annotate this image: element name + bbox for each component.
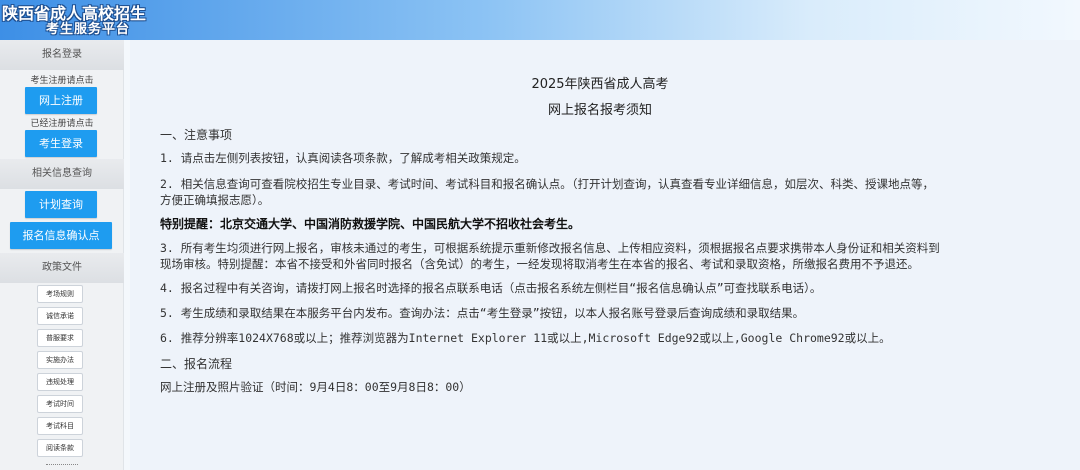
page-title: 2025年陕西省成人高考 — [531, 77, 669, 92]
policy-exam-rules[interactable]: 考场规则 — [37, 285, 83, 303]
policy-violation-handling[interactable]: 违规处理 — [37, 373, 83, 391]
policy-section-header: 政策文件 — [0, 253, 124, 283]
process-step-1: 网上注册及照片验证（时间：9月4日8：00至9月8日8：00） — [160, 380, 471, 394]
register-section-header: 报名登录 — [0, 40, 124, 70]
more-indicator — [46, 464, 78, 465]
note-item-5: 5. 考生成绩和录取结果在本服务平台内发布。查询办法：点击“考生登录”按钮，以本… — [160, 306, 805, 320]
policy-read-terms[interactable]: 阅读条款 — [37, 439, 83, 457]
note-item-3-line1: 3. 所有考生均须进行网上报名，审核未通过的考生，可根据系统提示重新修改报名信息… — [160, 241, 940, 255]
section-process-heading: 二、报名流程 — [160, 357, 233, 371]
info-section-header: 相关信息查询 — [0, 159, 124, 189]
policy-exam-subjects[interactable]: 考试科目 — [37, 417, 83, 435]
register-button[interactable]: 网上注册 — [25, 87, 97, 114]
note-item-3-line2: 现场审核。特别提醒：本省不接受和外省同时报名（含免试）的考生，一经发现将取消考生… — [160, 257, 919, 271]
confirm-point-button[interactable]: 报名信息确认点 — [10, 222, 112, 249]
policy-implementation[interactable]: 实施办法 — [37, 351, 83, 369]
note-item-2-line2: 方便正确填报志愿）。 — [160, 193, 270, 207]
note-item-2-line1: 2. 相关信息查询可查看院校招生专业目录、考试时间、考试科目和报名确认点。（打开… — [160, 177, 935, 191]
register-hint: 考生注册请点击 — [30, 76, 94, 86]
policy-integrity-pledge[interactable]: 诚信承诺 — [37, 307, 83, 325]
policy-requirements[interactable]: 普服要求 — [37, 329, 83, 347]
section-notes-heading: 一、注意事项 — [160, 128, 233, 142]
plan-query-button[interactable]: 计划查询 — [25, 191, 97, 218]
login-hint: 已经注册请点击 — [30, 119, 94, 129]
note-item-4: 4. 报名过程中有关咨询，请拨打网上报名时选择的报名点联系电话（点击报名系统左侧… — [160, 281, 822, 295]
policy-exam-time[interactable]: 考试时间 — [37, 395, 83, 413]
login-button[interactable]: 考生登录 — [25, 130, 97, 157]
note-item-6: 6. 推荐分辨率1024X768或以上；推荐浏览器为Internet Explo… — [160, 331, 891, 345]
site-header: 陕西省成人高校招生 考生服务平台 — [0, 0, 1080, 40]
note-item-1: 1. 请点击左侧列表按钮，认真阅读各项条款，了解成考相关政策规定。 — [160, 151, 526, 165]
sidebar: 报名登录 考生注册请点击 网上注册 已经注册请点击 考生登录 相关信息查询 计划… — [0, 40, 124, 470]
special-notice: 特别提醒：北京交通大学、中国消防救援学院、中国民航大学不招收社会考生。 — [160, 217, 581, 231]
page-subtitle: 网上报名报考须知 — [547, 103, 652, 118]
site-subtitle: 考生服务平台 — [46, 22, 131, 37]
main-content: 2025年陕西省成人高考 网上报名报考须知 一、注意事项 1. 请点击左侧列表按… — [130, 40, 1080, 470]
